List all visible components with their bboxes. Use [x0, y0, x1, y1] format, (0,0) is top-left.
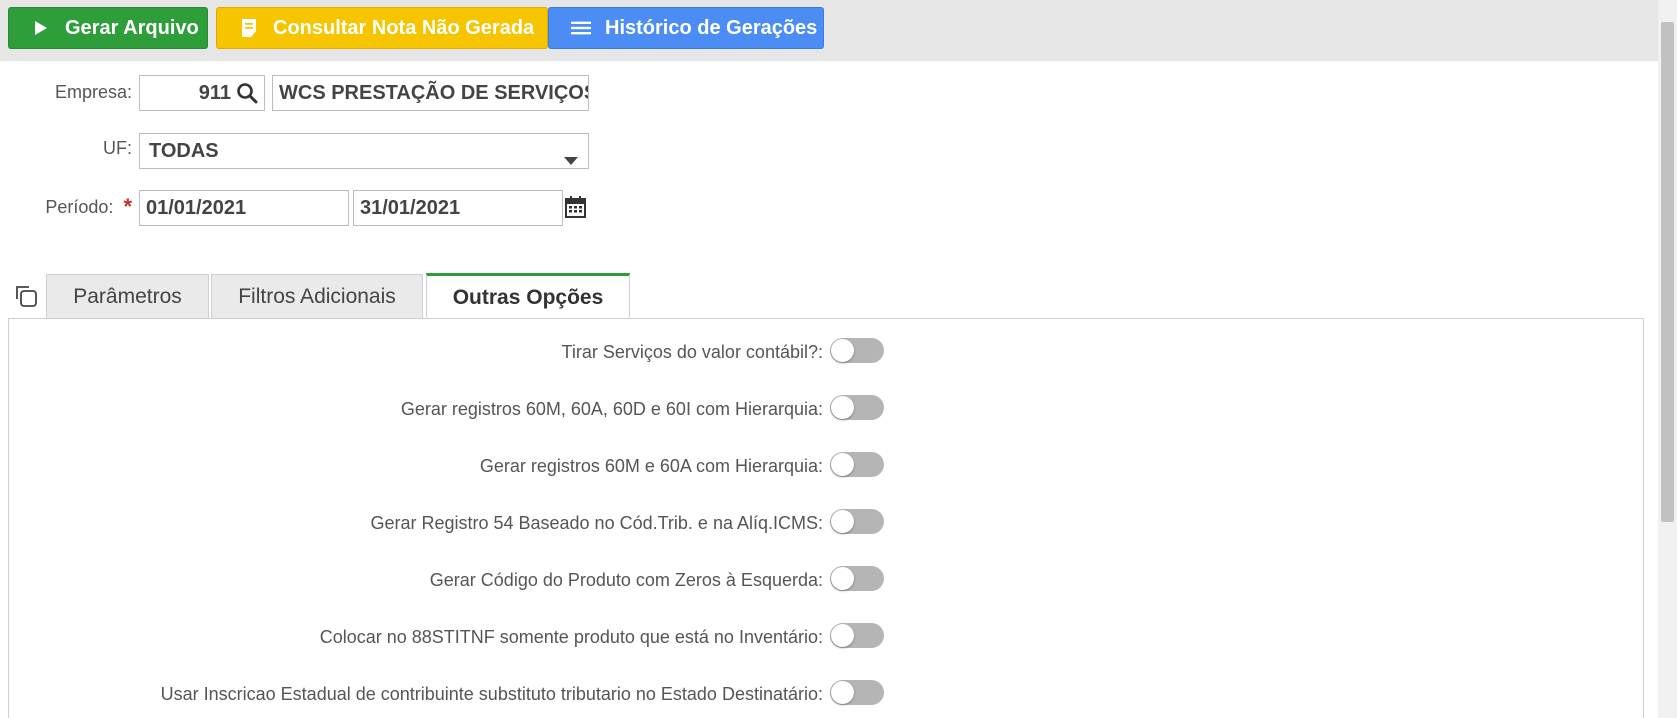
option-row: Gerar registros 60M e 60A com Hierarquia… [0, 452, 1677, 482]
calendar-icon[interactable] [565, 196, 586, 223]
empresa-name-value: WCS PRESTAÇÃO DE SERVIÇOS [279, 81, 589, 104]
periodo-label-group: Período: * [20, 194, 132, 220]
historico-geracoes-button[interactable]: Histórico de Gerações [548, 7, 824, 49]
tab-parametros[interactable]: Parâmetros [46, 274, 209, 318]
option-label: Gerar registros 60M e 60A com Hierarquia… [479, 456, 823, 476]
option-toggle[interactable] [830, 395, 884, 420]
play-icon [31, 18, 51, 38]
option-toggle[interactable] [830, 509, 884, 534]
search-icon[interactable] [236, 82, 258, 104]
uf-value: TODAS [149, 139, 219, 162]
empresa-label: Empresa: [54, 82, 132, 102]
toggle-knob [831, 681, 854, 704]
gerar-arquivo-button[interactable]: Gerar Arquivo [8, 7, 208, 49]
toggle-knob [831, 339, 854, 362]
option-label: Colocar no 88STITNF somente produto que … [319, 627, 823, 647]
option-label: Usar Inscricao Estadual de contribuinte … [160, 684, 823, 704]
periodo-start-value: 01/01/2021 [146, 196, 247, 219]
tab-parametros-label: Parâmetros [73, 284, 182, 308]
empresa-name-input[interactable]: WCS PRESTAÇÃO DE SERVIÇOS [272, 75, 589, 111]
option-toggle[interactable] [830, 623, 884, 648]
option-row: Usar Inscricao Estadual de contribuinte … [0, 680, 1677, 710]
scrollbar-thumb[interactable] [1661, 22, 1674, 522]
option-row: Gerar registros 60M, 60A, 60D e 60I com … [0, 395, 1677, 425]
required-asterisk: * [123, 194, 132, 219]
tab-outras-opcoes[interactable]: Outras Opções [426, 273, 630, 319]
periodo-end-value: 31/01/2021 [360, 196, 461, 219]
uf-label: UF: [103, 138, 132, 158]
empresa-code-input[interactable]: 911 [139, 75, 265, 111]
option-label: Tirar Serviços do valor contábil?: [561, 342, 823, 362]
option-row: Colocar no 88STITNF somente produto que … [0, 623, 1677, 653]
empresa-code-value: 911 [198, 81, 231, 104]
option-row: Tirar Serviços do valor contábil?: [0, 338, 1677, 368]
list-icon [571, 18, 591, 38]
option-row: Gerar Registro 54 Baseado no Cód.Trib. e… [0, 509, 1677, 539]
option-label: Gerar registros 60M, 60A, 60D e 60I com … [400, 399, 823, 419]
option-label: Gerar Registro 54 Baseado no Cód.Trib. e… [370, 513, 823, 533]
page-scrollbar[interactable] [1658, 0, 1677, 718]
toggle-knob [831, 624, 854, 647]
note-icon [239, 18, 259, 38]
toggle-knob [831, 510, 854, 533]
option-toggle[interactable] [830, 338, 884, 363]
option-toggle[interactable] [830, 566, 884, 591]
option-label: Gerar Código do Produto com Zeros à Esqu… [429, 570, 823, 590]
toggle-knob [831, 567, 854, 590]
consultar-nota-button[interactable]: Consultar Nota Não Gerada [216, 7, 548, 49]
uf-select[interactable]: TODAS [139, 133, 589, 169]
toggle-knob [831, 396, 854, 419]
option-toggle[interactable] [830, 680, 884, 705]
tab-outras-opcoes-label: Outras Opções [452, 285, 604, 309]
toolbar: Gerar Arquivo Consultar Nota Não Gerada … [0, 0, 1658, 61]
option-toggle[interactable] [830, 452, 884, 477]
option-row: Gerar Código do Produto com Zeros à Esqu… [0, 566, 1677, 596]
tab-filtros-adicionais[interactable]: Filtros Adicionais [211, 274, 423, 318]
toggle-knob [831, 453, 854, 476]
caret-down-icon [564, 148, 578, 168]
gerar-arquivo-label: Gerar Arquivo [65, 16, 199, 39]
tab-filtros-adicionais-label: Filtros Adicionais [238, 284, 396, 308]
periodo-start-input[interactable]: 01/01/2021 [139, 190, 349, 226]
copy-icon[interactable] [14, 284, 38, 308]
consultar-nota-label: Consultar Nota Não Gerada [273, 16, 535, 39]
historico-geracoes-label: Histórico de Gerações [605, 16, 818, 39]
periodo-label: Período: [45, 196, 114, 217]
periodo-end-input[interactable]: 31/01/2021 [353, 190, 563, 226]
